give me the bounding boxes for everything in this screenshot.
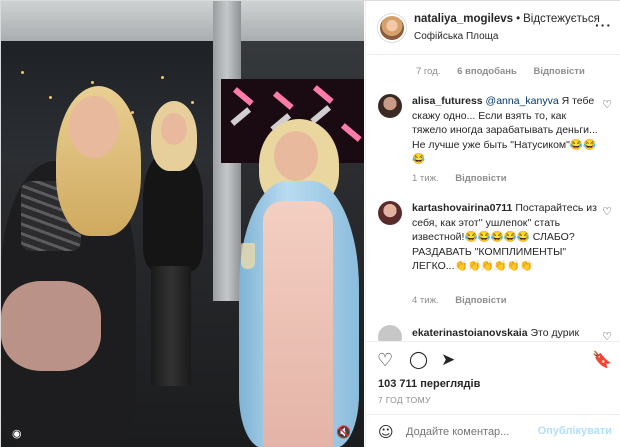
post-header: nataliya_mogilevs • Відстежується Софійськ… xyxy=(366,1,620,55)
post-author-row: nataliya_mogilevs • Відстежується xyxy=(414,13,600,25)
comment-body: alisa_futuress @anna_kanyva Я тебе скажу… xyxy=(412,94,598,167)
post-time-ago: 7 ГОД ТОМУ xyxy=(378,395,431,405)
comment-time: 1 тиж. xyxy=(412,173,439,184)
profile-icon[interactable]: ◉ xyxy=(12,427,22,440)
separator-dot: • xyxy=(516,13,521,25)
post-location[interactable]: Софійська Площа xyxy=(414,31,498,42)
heart-icon[interactable]: ♡ xyxy=(602,205,612,218)
video-scene-ceiling xyxy=(1,1,364,41)
post-modal: ◉ 🔇 nataliya_mogilevs • Відстежується Софі… xyxy=(0,0,620,447)
list-item: kartashovairina0711 Постарайтесь из себя… xyxy=(378,201,614,311)
bookmark-icon[interactable]: 🔖 xyxy=(592,350,612,369)
comment-username[interactable]: kartashovairina0711 xyxy=(412,202,512,214)
avatar[interactable] xyxy=(378,14,406,42)
caption-meta: 7 год. 6 вподобань Відповісти xyxy=(416,66,599,77)
comment-mention[interactable]: @anna_kanyva xyxy=(486,95,559,107)
caption-reply-button[interactable]: Відповісти xyxy=(533,66,584,77)
avatar[interactable] xyxy=(378,94,402,118)
publish-button[interactable]: Опублікувати xyxy=(538,425,612,437)
comment-body: kartashovairina0711 Постарайтесь из себя… xyxy=(412,201,598,274)
post-author-username[interactable]: nataliya_mogilevs xyxy=(414,13,513,25)
comment-username[interactable]: ekaterinastoianovskaia xyxy=(412,327,528,339)
comment-body: ekaterinastoianovskaia Это дурик xyxy=(412,326,598,341)
follow-status-button[interactable]: Відстежується xyxy=(523,13,600,25)
share-icon[interactable]: ➤ xyxy=(441,350,455,370)
views-count[interactable]: 103 711 переглядів xyxy=(378,378,480,390)
comment-input[interactable] xyxy=(406,423,556,441)
heart-icon[interactable]: ♡ xyxy=(602,330,612,341)
add-comment-bar: ☺ Опублікувати xyxy=(366,414,620,447)
caption-likes[interactable]: 6 вподобань xyxy=(457,66,517,77)
comment-meta: 4 тиж. Відповісти xyxy=(412,295,521,306)
list-item: ekaterinastoianovskaia Это дурик ♡ xyxy=(378,325,614,341)
emoji-icon[interactable]: ☺ xyxy=(378,423,394,441)
avatar[interactable] xyxy=(378,201,402,225)
list-item: alisa_futuress @anna_kanyva Я тебе скажу… xyxy=(378,94,614,194)
post-side-panel: nataliya_mogilevs • Відстежується Софійськ… xyxy=(365,1,620,447)
video-player[interactable]: ◉ 🔇 xyxy=(1,1,364,447)
comments-list[interactable]: 7 год. 6 вподобань Відповісти alisa_futu… xyxy=(366,56,620,341)
mute-icon[interactable]: 🔇 xyxy=(336,425,351,439)
like-heart-icon[interactable]: ♡ xyxy=(377,350,393,371)
avatar[interactable] xyxy=(378,325,402,341)
post-actions: ♡ ◯ ➤ 🔖 xyxy=(366,341,620,381)
comment-meta: 1 тиж. Відповісти xyxy=(412,173,521,184)
caption-time: 7 год. xyxy=(416,66,441,77)
heart-icon[interactable]: ♡ xyxy=(602,98,612,111)
comment-text: Это дурик xyxy=(527,327,580,339)
comment-icon[interactable]: ◯ xyxy=(409,350,428,370)
comment-reply-button[interactable]: Відповісти xyxy=(455,295,506,306)
comment-username[interactable]: alisa_futuress xyxy=(412,95,483,107)
more-horizontal-icon[interactable]: ··· xyxy=(595,17,612,33)
comment-reply-button[interactable]: Відповісти xyxy=(455,173,506,184)
comment-time: 4 тиж. xyxy=(412,295,439,306)
